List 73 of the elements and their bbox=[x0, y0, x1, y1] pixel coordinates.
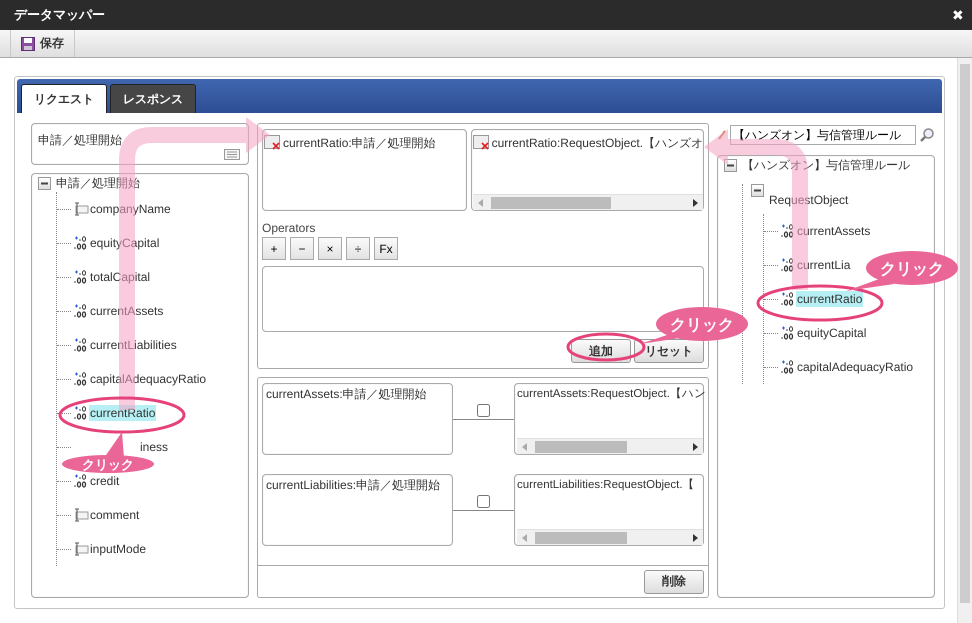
selected-target-item: currentRatio:RequestObject.【ハンズオ bbox=[472, 135, 703, 152]
tree-item[interactable]: currentRatio bbox=[796, 291, 864, 307]
tree-item[interactable]: capitalAdequacyRatio bbox=[89, 371, 208, 387]
pencil-icon bbox=[717, 129, 727, 141]
horizontal-scrollbar[interactable] bbox=[472, 194, 703, 210]
number-field-icon bbox=[73, 235, 89, 251]
text-field-icon bbox=[73, 542, 89, 556]
tree-item[interactable]: currentAssets bbox=[796, 223, 872, 239]
horizontal-scrollbar[interactable] bbox=[517, 438, 703, 454]
number-field-icon bbox=[780, 359, 796, 375]
window-title: データマッパー bbox=[14, 6, 105, 24]
list-icon[interactable] bbox=[224, 149, 240, 160]
number-field-icon bbox=[780, 223, 796, 239]
operator-button[interactable]: ÷ bbox=[346, 237, 370, 260]
tree-item[interactable]: totalCapital bbox=[89, 269, 152, 285]
text-field-icon bbox=[73, 202, 89, 216]
tree-item[interactable]: companyName bbox=[89, 201, 172, 217]
delete-button[interactable]: 削除 bbox=[644, 570, 704, 594]
scroll-right-icon[interactable] bbox=[693, 442, 698, 450]
vertical-scrollbar[interactable] bbox=[957, 58, 972, 623]
collapse-toggle[interactable] bbox=[38, 176, 51, 190]
collapse-toggle[interactable] bbox=[724, 158, 737, 172]
operator-button[interactable]: × bbox=[318, 237, 342, 260]
operators-label: Operators bbox=[262, 221, 316, 235]
number-field-icon bbox=[73, 371, 89, 387]
text-field-icon bbox=[73, 508, 89, 522]
mapping-source-item: currentAssets:申請／処理開始 bbox=[266, 386, 428, 403]
tree-node[interactable]: 申請／処理開始 bbox=[55, 174, 141, 192]
tree-item[interactable]: inputMode bbox=[89, 541, 148, 557]
horizontal-scrollbar[interactable] bbox=[517, 529, 703, 545]
number-field-icon bbox=[780, 325, 796, 341]
number-field-icon bbox=[73, 405, 89, 421]
collapse-toggle[interactable] bbox=[751, 184, 764, 197]
tree-item[interactable]: capitalAdequacyRatio bbox=[796, 359, 914, 375]
tree-item[interactable]: iness bbox=[139, 439, 170, 455]
mapping-source-item: currentLiabilities:申請／処理開始 bbox=[266, 477, 442, 494]
operator-button[interactable]: Fx bbox=[374, 237, 398, 260]
mapping-checkbox[interactable] bbox=[476, 404, 490, 416]
expression-field[interactable] bbox=[262, 266, 704, 332]
source-name: 申請／処理開始 bbox=[38, 133, 122, 147]
tree-item[interactable]: currentLia bbox=[796, 257, 852, 273]
number-field-icon bbox=[780, 257, 796, 273]
tree-item[interactable]: currentAssets bbox=[89, 303, 164, 319]
broken-image-icon bbox=[264, 135, 282, 150]
tab[interactable]: レスポンス bbox=[110, 84, 196, 113]
tree-item[interactable]: credit bbox=[89, 473, 120, 489]
close-button[interactable]: ✖ bbox=[952, 7, 964, 23]
tree-item[interactable]: currentLiabilities bbox=[89, 337, 178, 353]
save-button[interactable]: 保存 bbox=[10, 30, 75, 57]
tree-node[interactable]: RequestObject bbox=[768, 192, 850, 208]
mapping-target-item: currentAssets:RequestObject.【ハン bbox=[517, 386, 703, 401]
tree-item[interactable]: equityCapital bbox=[89, 235, 160, 251]
tree-item[interactable]: comment bbox=[89, 507, 140, 523]
number-field-icon bbox=[73, 303, 89, 319]
tree-item[interactable]: equityCapital bbox=[796, 325, 868, 341]
broken-image-icon bbox=[472, 135, 491, 150]
operator-button[interactable]: − bbox=[290, 237, 314, 260]
mapping-target-item: currentLiabilities:RequestObject.【 bbox=[517, 478, 696, 492]
search-field[interactable]: 【ハンズオン】与信管理ルール bbox=[730, 125, 916, 145]
search-icon[interactable] bbox=[919, 127, 935, 143]
scroll-right-icon[interactable] bbox=[693, 534, 698, 542]
number-field-icon bbox=[780, 291, 796, 307]
reset-button[interactable]: リセット bbox=[634, 339, 704, 363]
number-field-icon bbox=[73, 337, 89, 353]
tree-node[interactable]: 【ハンズオン】与信管理ルール bbox=[741, 156, 911, 174]
tree-item[interactable]: currentRatio bbox=[89, 405, 156, 421]
operator-button[interactable]: + bbox=[262, 237, 286, 260]
selected-source-item: currentRatio:申請／処理開始 bbox=[264, 135, 466, 152]
number-field-icon bbox=[73, 269, 89, 285]
number-field-icon bbox=[73, 473, 89, 489]
scroll-right-icon[interactable] bbox=[693, 198, 698, 206]
tab[interactable]: リクエスト bbox=[21, 84, 107, 113]
mapping-checkbox[interactable] bbox=[476, 494, 490, 508]
